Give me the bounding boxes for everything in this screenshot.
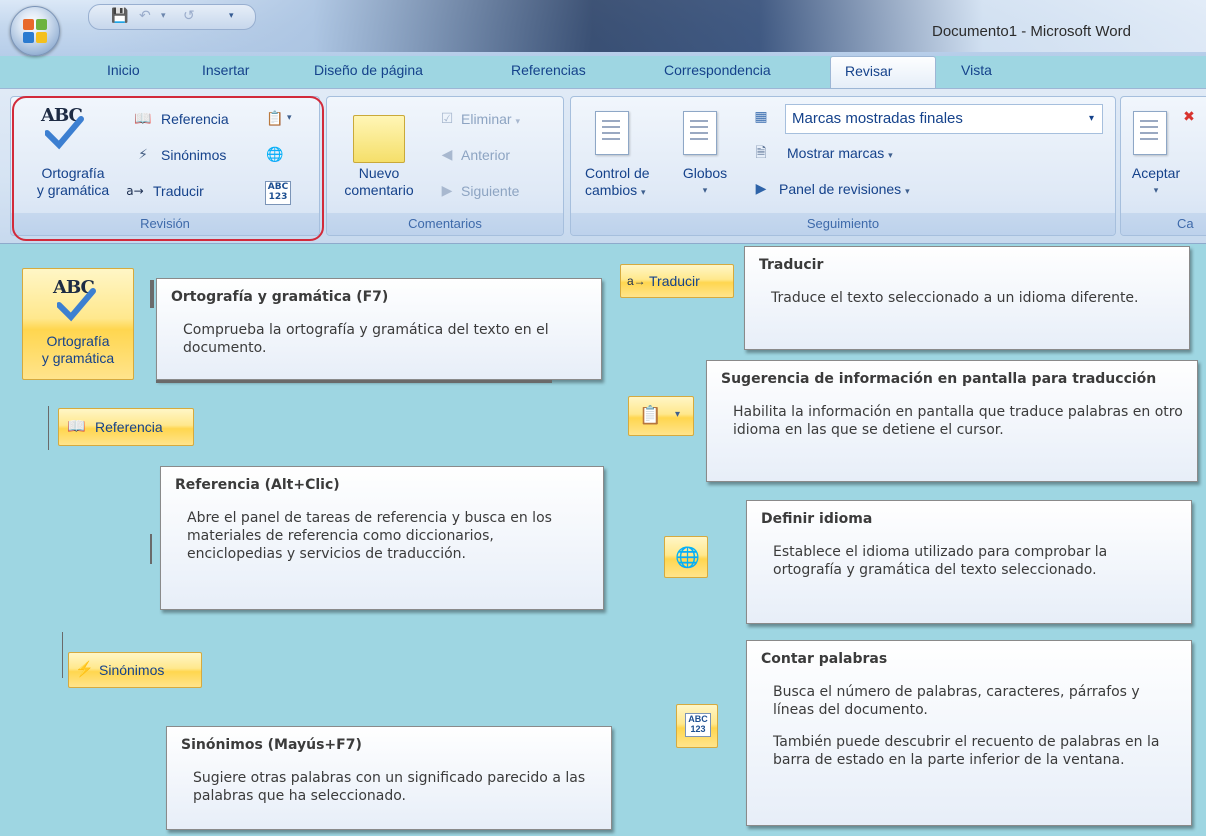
ribbon-fragment bbox=[150, 280, 154, 308]
research-icon: 📖 bbox=[67, 418, 86, 435]
tooltip-title: Definir idioma bbox=[761, 511, 873, 527]
traducir-highlighted-button[interactable]: a→ Traducir bbox=[620, 264, 734, 298]
sinonimos-highlighted-button[interactable]: ⚡ Sinónimos bbox=[68, 652, 202, 688]
tooltip-description: Comprueba la ortografía y gramática del … bbox=[183, 322, 549, 356]
next-comment-icon: ▶ bbox=[441, 183, 453, 199]
mostrar-marcas-button[interactable]: Mostrar marcas ▾ bbox=[787, 145, 893, 161]
tooltip-title: Contar palabras bbox=[761, 651, 888, 667]
tooltip-definir-idioma: Definir idioma Establece el idioma utili… bbox=[746, 500, 1192, 624]
customize-toolbar-icon[interactable]: ▾ bbox=[229, 8, 234, 24]
tooltip-contar-palabras: Contar palabras Busca el número de palab… bbox=[746, 640, 1192, 826]
office-logo-icon bbox=[23, 19, 47, 43]
display-for-review-icon: ▦ bbox=[754, 109, 768, 125]
ribbon-fragment bbox=[48, 406, 49, 450]
spelling-grammar-highlighted-button[interactable]: ABC Ortografía y gramática bbox=[22, 268, 134, 380]
group-label-cambios: Ca bbox=[1121, 213, 1206, 235]
referencia-highlighted-button[interactable]: 📖 Referencia bbox=[58, 408, 194, 446]
tab-correspondencia[interactable]: Correspondencia bbox=[664, 62, 771, 78]
set-language-icon: 🌐 bbox=[675, 547, 700, 569]
siguiente-button[interactable]: Siguiente bbox=[461, 183, 519, 199]
balloons-icon bbox=[683, 111, 717, 155]
group-label-comentarios: Comentarios bbox=[327, 213, 563, 235]
quick-access-toolbar: 💾 ↶ ▾ ↺ ▾ bbox=[88, 4, 256, 30]
select-arrow-icon: ▾ bbox=[1088, 113, 1094, 124]
thesaurus-icon: ⚡ bbox=[75, 661, 94, 678]
track-changes-icon bbox=[595, 111, 629, 155]
tooltip-title: Referencia (Alt+Clic) bbox=[175, 477, 340, 493]
tooltip-title: Sugerencia de información en pantalla pa… bbox=[721, 371, 1157, 387]
tab-referencias[interactable]: Referencias bbox=[511, 62, 586, 78]
globos-button[interactable]: Globos ▾ bbox=[667, 165, 743, 199]
ribbon-fragment bbox=[156, 380, 552, 383]
tooltip-title: Traducir bbox=[759, 257, 824, 273]
previous-comment-icon: ◀ bbox=[441, 147, 453, 163]
tooltip-description: Habilita la información en pantalla que … bbox=[733, 404, 1183, 438]
tooltip-ortografia: Ortografía y gramática (F7) Comprueba la… bbox=[156, 278, 602, 380]
new-comment-icon bbox=[353, 115, 405, 163]
eliminar-button[interactable]: Eliminar ▾ bbox=[461, 111, 520, 127]
tab-inicio[interactable]: Inicio bbox=[107, 62, 140, 78]
tab-insertar[interactable]: Insertar bbox=[202, 62, 249, 78]
reject-icon[interactable]: ✖ bbox=[1179, 107, 1199, 127]
tab-revisar[interactable]: Revisar bbox=[830, 56, 936, 90]
revision-highlight-outline bbox=[12, 96, 324, 241]
tooltip-title: Sinónimos (Mayús+F7) bbox=[181, 737, 362, 753]
tab-vista[interactable]: Vista bbox=[961, 62, 992, 78]
group-comentarios: Nuevo comentario ☑ Eliminar ▾ ◀ Anterior… bbox=[326, 96, 564, 236]
translate-icon: a→ bbox=[627, 274, 646, 288]
set-language-highlighted-button[interactable]: 🌐 bbox=[664, 536, 708, 578]
tooltip-sinonimos: Sinónimos (Mayús+F7) Sugiere otras palab… bbox=[166, 726, 612, 830]
undo-icon[interactable]: ↶ bbox=[139, 8, 151, 24]
window-title: Documento1 - Microsoft Word bbox=[932, 23, 1131, 40]
ribbon-fragment bbox=[150, 534, 152, 564]
reviewing-pane-icon: ▶ bbox=[755, 181, 767, 197]
tooltip-description: Sugiere otras palabras con un significad… bbox=[193, 770, 586, 804]
word-count-highlighted-button[interactable]: ABC 123 bbox=[676, 704, 718, 748]
tooltip-description: Establece el idioma utilizado para compr… bbox=[773, 544, 1108, 578]
dropdown-arrow-icon: ▾ bbox=[675, 409, 681, 420]
nuevo-comentario-button[interactable]: Nuevo comentario bbox=[329, 165, 429, 199]
ribbon-fragment bbox=[62, 632, 63, 678]
spelling-grammar-label: Ortografía y gramática bbox=[41, 333, 115, 366]
redo-icon[interactable]: ↺ bbox=[183, 8, 195, 24]
accept-icon bbox=[1133, 111, 1167, 155]
tooltip-description: Traduce el texto seleccionado a un idiom… bbox=[771, 290, 1139, 306]
translation-tooltip-highlighted-button[interactable]: 📋 ▾ bbox=[628, 396, 694, 436]
control-cambios-button[interactable]: Control de cambios ▾ bbox=[571, 165, 681, 201]
tooltip-description-extra: También puede descubrir el recuento de p… bbox=[773, 734, 1160, 768]
undo-dropdown-icon[interactable]: ▾ bbox=[161, 8, 166, 24]
tooltip-title: Ortografía y gramática (F7) bbox=[171, 289, 389, 305]
marcas-mostradas-select[interactable]: Marcas mostradas finales ▾ bbox=[785, 104, 1103, 134]
spelling-abc-icon: ABC bbox=[53, 277, 103, 325]
group-cambios: ✖ Aceptar ▾ Ca bbox=[1120, 96, 1206, 236]
tooltip-traducir: Traducir Traduce el texto seleccionado a… bbox=[744, 246, 1190, 350]
tooltip-description: Busca el número de palabras, caracteres,… bbox=[773, 684, 1140, 718]
save-icon[interactable]: 💾 bbox=[111, 8, 128, 24]
translation-tooltip-icon: 📋 bbox=[639, 405, 662, 425]
tab-diseno-pagina[interactable]: Diseño de página bbox=[314, 62, 423, 78]
group-label-seguimiento: Seguimiento bbox=[571, 213, 1115, 235]
panel-revisiones-button[interactable]: Panel de revisiones ▾ bbox=[779, 181, 910, 197]
anterior-button[interactable]: Anterior bbox=[461, 147, 510, 163]
tooltip-referencia: Referencia (Alt+Clic) Abre el panel de t… bbox=[160, 466, 604, 610]
word-count-icon: ABC 123 bbox=[685, 713, 711, 737]
tooltip-description: Abre el panel de tareas de referencia y … bbox=[187, 510, 552, 562]
delete-comment-icon: ☑ bbox=[440, 111, 454, 127]
aceptar-button[interactable]: Aceptar ▾ bbox=[1121, 165, 1191, 199]
office-button[interactable] bbox=[10, 6, 60, 56]
tooltip-sugerencia: Sugerencia de información en pantalla pa… bbox=[706, 360, 1198, 482]
show-markup-icon: 🗎 bbox=[755, 145, 767, 161]
